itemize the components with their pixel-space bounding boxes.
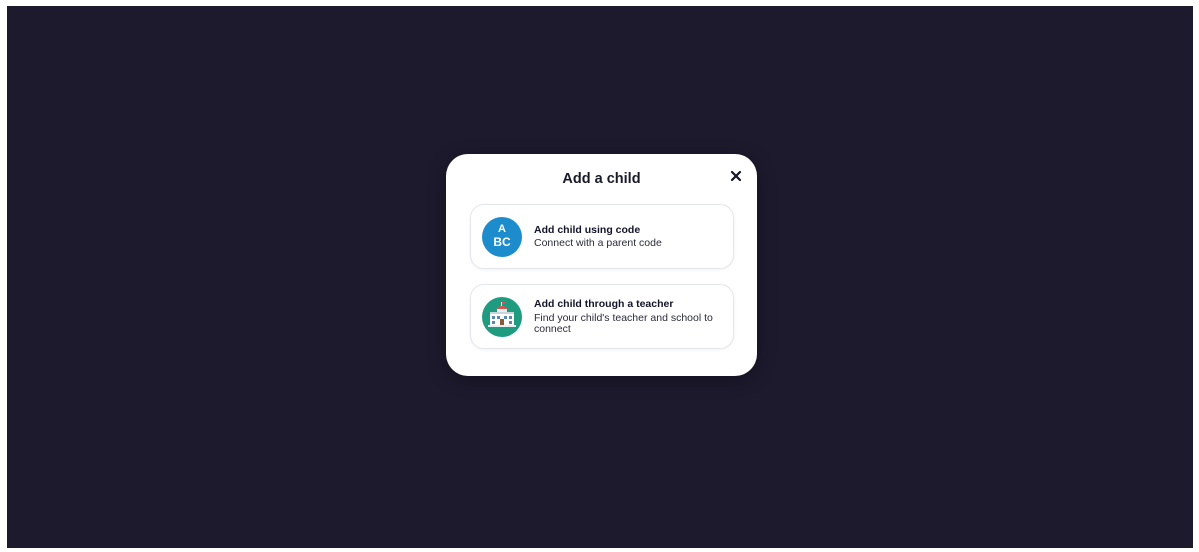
option-title: Add child through a teacher — [534, 298, 674, 310]
option-title: Add child using code — [534, 224, 641, 236]
abc-icon-bottom-text: BC — [493, 235, 511, 249]
abc-icon-top-text: A — [498, 223, 506, 235]
option-subtitle: Connect with a parent code — [534, 237, 662, 249]
add-child-through-teacher-option[interactable]: Add child through a teacher Find your ch… — [470, 284, 734, 349]
close-button[interactable] — [728, 168, 744, 184]
school-building-icon — [482, 297, 522, 337]
abc-icon: A BC — [482, 217, 522, 257]
add-child-modal: Add a child A BC Add child using code Co… — [446, 154, 757, 376]
close-icon — [730, 170, 742, 182]
option-subtitle: Find your child's teacher and school to … — [534, 312, 713, 335]
modal-title: Add a child — [562, 171, 641, 187]
add-child-using-code-option[interactable]: A BC Add child using code Connect with a… — [470, 204, 734, 269]
